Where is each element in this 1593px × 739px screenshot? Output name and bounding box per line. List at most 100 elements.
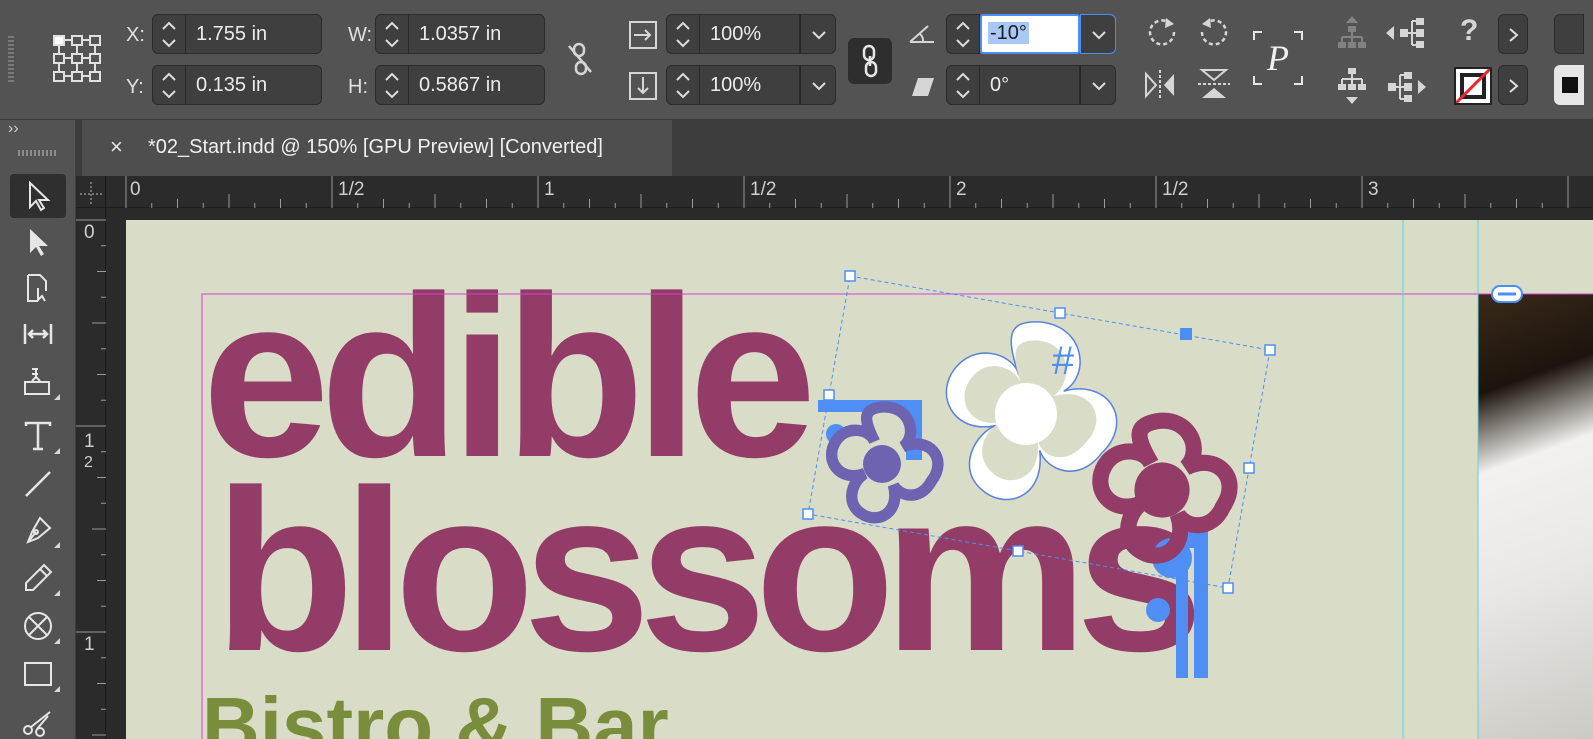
vertical-ruler[interactable]: 0 1 2 1	[76, 208, 106, 739]
chevron-down-icon[interactable]	[161, 36, 177, 50]
ellipse-frame-icon	[24, 612, 52, 640]
selection-handle[interactable]	[1222, 582, 1234, 594]
selection-handle[interactable]	[1054, 307, 1066, 319]
select-child-icon[interactable]	[1336, 68, 1368, 104]
scale-x-stepper[interactable]	[666, 14, 700, 54]
select-next-object-icon[interactable]	[1386, 72, 1426, 102]
rotation-handle[interactable]	[1180, 328, 1192, 340]
chevron-up-icon[interactable]	[675, 19, 691, 33]
direct-selection-arrow-icon	[30, 229, 48, 256]
select-previous-object-icon[interactable]	[1386, 18, 1426, 48]
selection-tool[interactable]	[10, 174, 66, 218]
scissors-tool[interactable]	[10, 700, 66, 739]
overflow-swatch[interactable]	[1554, 65, 1584, 105]
shear-angle-field[interactable]: 0°	[980, 65, 1080, 105]
gap-tool[interactable]	[10, 312, 66, 356]
y-position-field[interactable]: 0.135 in	[186, 65, 322, 105]
x-stepper[interactable]	[152, 14, 186, 54]
select-container-icon[interactable]: P	[1252, 30, 1304, 86]
ruler-label: 0	[130, 179, 141, 200]
content-collector-tool[interactable]	[10, 360, 66, 404]
chevron-down-icon[interactable]	[955, 87, 971, 101]
document-tab[interactable]: × *02_Start.indd @ 150% [GPU Preview] [C…	[82, 120, 672, 176]
x-position-field[interactable]: 1.755 in	[186, 14, 322, 54]
chevron-up-icon[interactable]	[161, 19, 177, 33]
page-tool[interactable]	[10, 266, 66, 310]
x-label: X:	[126, 24, 145, 46]
tools-grip[interactable]	[18, 150, 58, 156]
select-parent-icon[interactable]	[1336, 16, 1368, 50]
chevron-up-icon[interactable]	[955, 70, 971, 84]
ruler-label: 1	[84, 431, 95, 452]
flip-vertical-icon[interactable]	[1198, 66, 1230, 102]
rectangle-tool[interactable]	[10, 652, 66, 696]
selection-handle[interactable]	[1243, 462, 1255, 474]
reference-point-icon[interactable]	[52, 34, 102, 84]
type-tool[interactable]	[10, 414, 66, 458]
scale-y-field[interactable]: 100%	[700, 65, 800, 105]
chevron-up-icon[interactable]	[675, 70, 691, 84]
rotation-angle-value: -10°	[988, 22, 1029, 44]
chevron-up-icon[interactable]	[384, 19, 400, 33]
selection-handle[interactable]	[1012, 545, 1024, 557]
close-tab-button[interactable]: ×	[110, 134, 123, 160]
flower-graphic-group[interactable]: #	[106, 208, 1593, 739]
horizontal-ruler[interactable]: 0 1/2 1 1/2 2 1/2 3	[106, 176, 1593, 208]
chevron-down-icon[interactable]	[675, 36, 691, 50]
w-stepper[interactable]	[375, 14, 409, 54]
scale-y-stepper[interactable]	[666, 65, 700, 105]
chevron-down-icon[interactable]	[955, 36, 971, 50]
panel-grip[interactable]	[8, 36, 14, 84]
chevron-down-icon[interactable]	[675, 87, 691, 101]
panel-more-button-top[interactable]	[1498, 14, 1528, 54]
stroke-swatch[interactable]	[1454, 67, 1492, 105]
rotate-clockwise-icon[interactable]	[1144, 16, 1180, 52]
scale-x-dropdown[interactable]	[800, 14, 836, 54]
chevron-down-icon	[812, 31, 826, 40]
chevron-down-icon	[1092, 31, 1106, 40]
page-tool-icon	[27, 274, 47, 303]
scale-x-field[interactable]: 100%	[700, 14, 800, 54]
chevron-down-icon[interactable]	[161, 87, 177, 101]
help-button[interactable]: ?	[1460, 14, 1478, 48]
vertical-ruler-ticks	[76, 219, 106, 736]
ruler-origin[interactable]	[76, 176, 106, 208]
rectangle-frame-tool[interactable]	[10, 604, 66, 648]
ruler-label: 0	[84, 222, 95, 243]
content-grabber-icon[interactable]: #	[1052, 339, 1075, 383]
ruler-label: 2	[956, 179, 967, 200]
chevron-up-icon[interactable]	[161, 70, 177, 84]
rotation-dropdown[interactable]	[1080, 14, 1116, 54]
flip-horizontal-icon[interactable]	[1142, 70, 1178, 100]
chevron-up-icon[interactable]	[955, 19, 971, 33]
direct-selection-tool[interactable]	[10, 220, 66, 264]
collapse-panel-button[interactable]: ››	[8, 120, 19, 138]
pencil-tool[interactable]	[10, 556, 66, 600]
chevron-up-icon[interactable]	[384, 70, 400, 84]
pasteboard[interactable]: edible blossoms Bistro & Bar #	[106, 208, 1593, 739]
selection-handle[interactable]	[802, 508, 814, 520]
line-tool[interactable]	[10, 462, 66, 506]
shear-stepper[interactable]	[946, 65, 980, 105]
selection-handle[interactable]	[1264, 344, 1276, 356]
overflow-control[interactable]	[1554, 14, 1584, 54]
constrain-proportions-unlinked-icon[interactable]	[566, 42, 594, 76]
selection-handle[interactable]	[823, 389, 835, 401]
rotation-stepper[interactable]	[946, 14, 980, 54]
scale-y-dropdown[interactable]	[800, 65, 836, 105]
chevron-down-icon[interactable]	[384, 36, 400, 50]
width-field[interactable]: 1.0357 in	[409, 14, 545, 54]
y-label: Y:	[126, 76, 144, 98]
rotate-counterclockwise-icon[interactable]	[1196, 16, 1232, 52]
shear-dropdown[interactable]	[1080, 65, 1116, 105]
chevron-down-icon[interactable]	[384, 87, 400, 101]
selection-handle[interactable]	[844, 270, 856, 282]
constrain-scale-linked-button[interactable]	[848, 38, 892, 84]
panel-more-button-bottom[interactable]	[1498, 65, 1528, 105]
rotation-angle-field[interactable]: -10°	[980, 14, 1080, 54]
pen-tool[interactable]	[10, 508, 66, 552]
link-icon	[862, 44, 878, 78]
height-field[interactable]: 0.5867 in	[409, 65, 545, 105]
y-stepper[interactable]	[152, 65, 186, 105]
h-stepper[interactable]	[375, 65, 409, 105]
